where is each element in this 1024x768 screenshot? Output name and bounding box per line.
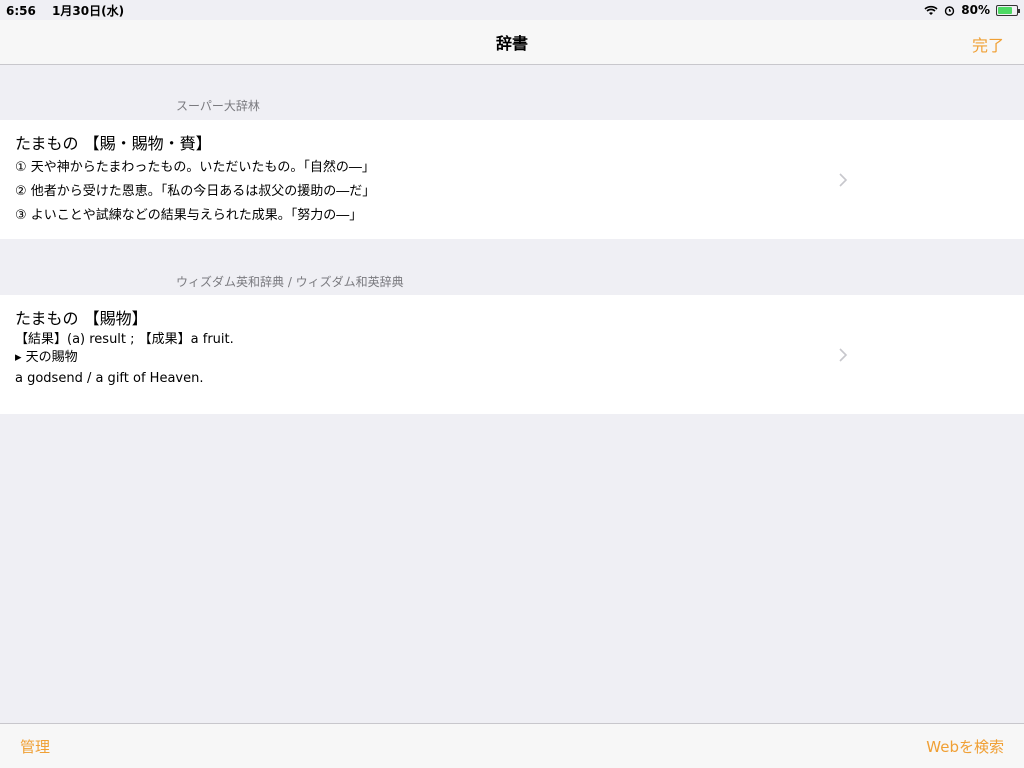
battery-icon: [996, 4, 1020, 16]
done-button[interactable]: 完了: [972, 32, 1004, 56]
entry-line: 【結果】(a) result ; 【成果】a fruit.: [15, 332, 234, 347]
page-title: 辞書: [495, 34, 528, 53]
status-right: 80%: [924, 3, 1020, 17]
status-left: 6:56 1月30日(水): [6, 2, 136, 19]
chevron-right-icon: [839, 172, 848, 187]
section-header-wisdom: ウィズダム英和辞典 / ウィズダム和英辞典: [176, 275, 404, 289]
chevron-right-icon: [839, 347, 848, 362]
wifi-icon: [924, 5, 938, 15]
battery-fill: [998, 6, 1013, 14]
section-header-daijirin: スーパー大辞林: [176, 99, 260, 113]
dictionary-entry-wisdom[interactable]: たまもの 【賜物】 【結果】(a) result ; 【成果】a fruit. …: [0, 295, 1024, 414]
entry-line: a godsend / a gift of Heaven.: [15, 371, 204, 386]
entry-headword: たまもの 【賜・賜物・賚】: [15, 134, 212, 153]
battery-percent: 80%: [961, 3, 990, 17]
manage-button[interactable]: 管理: [20, 736, 50, 757]
alarm-icon: [945, 5, 955, 16]
entry-line: ① 天や神からたまわったもの。いただいたもの。「自然の―」: [15, 160, 375, 175]
entry-line: ③ よいことや試練などの結果与えられた成果。「努力の―」: [15, 208, 363, 223]
entry-line: ▸ 天の賜物: [15, 350, 78, 365]
bottom-toolbar: 管理 Webを検索: [0, 723, 1024, 768]
status-time: 6:56: [6, 3, 36, 18]
status-date: 1月30日(水): [52, 3, 125, 18]
entry-headword: たまもの 【賜物】: [15, 309, 148, 328]
dictionary-entry-daijirin[interactable]: たまもの 【賜・賜物・賚】 ① 天や神からたまわったもの。いただいたもの。「自然…: [0, 120, 1024, 239]
navigation-bar: 辞書 完了: [0, 20, 1024, 65]
web-search-button[interactable]: Webを検索: [926, 736, 1004, 757]
entry-line: ② 他者から受けた恩恵。「私の今日あるは叔父の援助の―だ」: [15, 184, 376, 199]
status-bar: 6:56 1月30日(水) 80%: [0, 0, 1024, 20]
